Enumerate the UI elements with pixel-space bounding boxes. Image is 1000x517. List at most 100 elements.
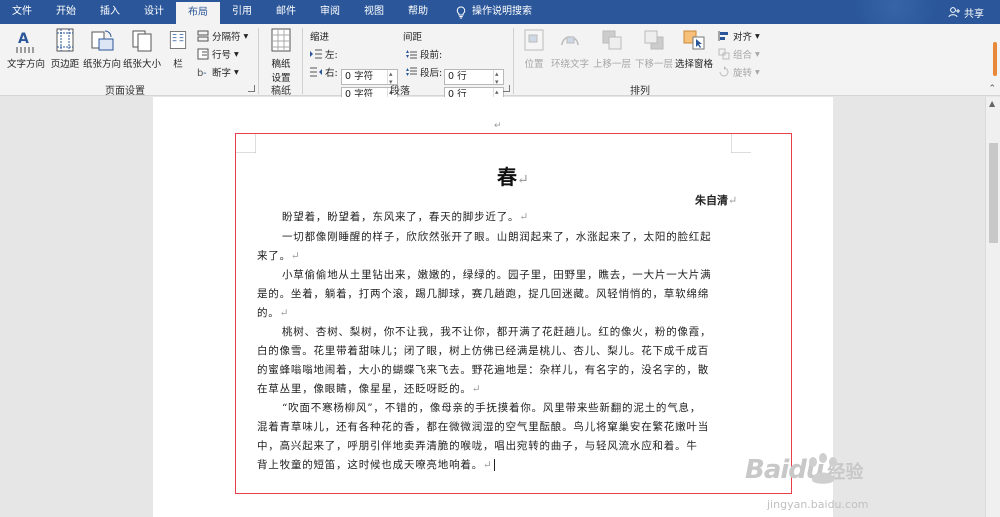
paragraph-line[interactable]: 一切都像刚睡醒的样子，欣欣然张开了眼。山朗润起来了，水涨起来了，太阳的脸红起: [282, 229, 711, 244]
tab-review[interactable]: 审阅: [308, 0, 352, 24]
group-icon: [718, 48, 730, 60]
paragraph-line[interactable]: 桃树、杏树、梨树，你不让我，我不让你，都开满了花赶趟儿。红的像火，粉的像霞，: [282, 324, 711, 339]
paragraph-line[interactable]: 的。↵: [257, 305, 289, 320]
position-label: 位置: [524, 59, 544, 70]
spacing-before-label: 段前:: [420, 50, 443, 61]
paragraph-line[interactable]: 盼望着，盼望着，东风来了，春天的脚步近了。↵: [282, 209, 529, 224]
spacing-before-input[interactable]: 0 行: [444, 67, 504, 89]
breaks-icon: [197, 30, 209, 42]
scroll-thumb[interactable]: [989, 143, 998, 243]
group-label: 组合: [733, 50, 753, 61]
indent-left-value: 0 字符: [345, 71, 374, 82]
selection-pane-button[interactable]: 选择窗格: [673, 27, 715, 70]
svg-text:-: -: [203, 68, 207, 78]
svg-text:A: A: [18, 31, 29, 47]
text-direction-icon: A: [16, 31, 34, 53]
tab-references[interactable]: 引用: [220, 0, 264, 24]
breaks-button[interactable]: 分隔符 ▾: [197, 29, 248, 43]
divider: [302, 28, 303, 94]
paragraph-line[interactable]: 白的像雪。花里带着甜味儿；闭了眼，树上仿佛已经满是桃儿、杏儿、梨儿。花下成千成百: [257, 343, 709, 358]
paragraph-line[interactable]: 中，高兴起来了，呼朋引伴地卖弄清脆的喉咙，唱出宛转的曲子，与轻风流水应和着。牛: [257, 438, 698, 453]
selection-pane-icon: [683, 30, 705, 50]
collapse-ribbon-icon[interactable]: ⌃: [988, 84, 996, 94]
tell-me-search[interactable]: 操作说明搜索: [440, 0, 544, 24]
line-numbers-icon: [197, 48, 209, 60]
tab-file[interactable]: 文件: [0, 0, 44, 24]
paragraph-line[interactable]: 在草丛里，像眼睛，像星星，还眨呀眨的。↵: [257, 381, 481, 396]
dropdown-arrow-icon: ▾: [755, 48, 760, 60]
arrange-group-label: 排列: [630, 86, 650, 97]
indent-left-icon: [310, 49, 322, 59]
spacing-before-icon: [406, 50, 417, 59]
rotate-icon: [719, 66, 729, 77]
text-direction-button[interactable]: A 文字方向: [6, 27, 46, 70]
paragraph-mark-icon: ↵: [494, 121, 502, 131]
menu-bar: 文件 开始 插入 设计 布局 引用 邮件 审阅 视图 帮助 操作说明搜索 共享: [0, 0, 1000, 30]
tab-insert[interactable]: 插入: [88, 0, 132, 24]
paragraph-line[interactable]: 小草偷偷地从土里钻出来，嫩嫩的，绿绿的。园子里，田野里，瞧去，一大片一大片满: [282, 267, 711, 282]
rotate-button[interactable]: 旋转 ▾: [718, 65, 760, 79]
tab-layout[interactable]: 布局: [176, 2, 220, 24]
indent-right-icon: [310, 67, 322, 77]
bring-forward-label: 上移一层: [592, 59, 631, 70]
tab-help[interactable]: 帮助: [396, 0, 440, 24]
margins-button[interactable]: 页边距: [48, 27, 82, 70]
hyphenation-label: 断字: [212, 68, 232, 79]
person-icon: [948, 7, 960, 18]
paragraph-line[interactable]: “吹面不寒杨柳风”，不错的，像母亲的手抚摸着你。风里带来些新翻的泥土的气息，: [282, 400, 701, 415]
send-backward-icon: [644, 30, 664, 50]
columns-icon: [169, 31, 187, 49]
position-icon: [524, 29, 544, 51]
share-button[interactable]: 共享: [948, 0, 984, 24]
align-label: 对齐: [733, 32, 753, 43]
manuscript-label-line1: 稿纸: [271, 59, 291, 70]
scroll-up-icon[interactable]: ▲: [989, 99, 995, 108]
lightbulb-icon: [456, 5, 466, 18]
paragraph-line[interactable]: 混着青草味儿，还有各种花的香，都在微微润湿的空气里酝酿。鸟儿将窠巢安在繁花嫩叶当: [257, 419, 709, 434]
indent-left-row: 左:: [310, 47, 338, 61]
share-label: 共享: [964, 8, 984, 20]
paragraph-group-label: 段落: [390, 86, 410, 97]
columns-button[interactable]: 栏: [166, 27, 190, 70]
paragraph-line[interactable]: 背上牧童的短笛，这时候也成天嘹亮地响着。↵: [257, 457, 495, 472]
wrap-text-button[interactable]: 环绕文字: [550, 27, 590, 70]
page-size-icon: [132, 30, 152, 52]
page-setup-launcher-icon[interactable]: [248, 85, 255, 92]
paragraph-launcher-icon[interactable]: [503, 85, 510, 92]
orientation-icon: [91, 30, 114, 51]
line-numbers-label: 行号: [212, 50, 232, 61]
align-icon: [718, 31, 728, 41]
text-cursor: [493, 459, 495, 471]
line-numbers-button[interactable]: 行号 ▾: [197, 47, 239, 61]
margins-label: 页边距: [50, 59, 80, 70]
vertical-scrollbar[interactable]: ▲: [985, 97, 1000, 517]
divider: [258, 28, 259, 94]
spacing-after-label: 段后:: [420, 68, 443, 79]
tab-design[interactable]: 设计: [132, 0, 176, 24]
tab-home[interactable]: 开始: [44, 0, 88, 24]
document-title[interactable]: 春↵: [497, 161, 529, 190]
orientation-button[interactable]: 纸张方向: [82, 27, 122, 70]
tab-view[interactable]: 视图: [352, 0, 396, 24]
tab-mailings[interactable]: 邮件: [264, 0, 308, 24]
spacing-header: 间距: [403, 32, 423, 43]
paragraph-line[interactable]: 是的。坐着，躺着，打两个滚，踢几脚球，赛几趟跑，捉几回迷藏。风轻悄悄的，草软绵绵: [257, 286, 709, 301]
send-backward-button[interactable]: 下移一层: [634, 27, 674, 70]
wrap-text-label: 环绕文字: [550, 59, 589, 70]
position-button[interactable]: 位置: [520, 27, 548, 70]
bring-forward-button[interactable]: 上移一层: [592, 27, 632, 70]
group-button[interactable]: 组合 ▾: [718, 47, 760, 61]
paw-icon: [809, 453, 837, 484]
indent-left-label: 左:: [325, 50, 338, 61]
orientation-label: 纸张方向: [82, 59, 121, 70]
dropdown-arrow-icon: ▾: [243, 30, 249, 42]
document-author[interactable]: 朱自清↵: [695, 192, 737, 208]
spinner-arrows-icon[interactable]: [493, 67, 503, 89]
manuscript-settings-button[interactable]: 稿纸 设置: [264, 27, 298, 84]
ribbon: A 文字方向 页边距 纸张方向 纸张大小 栏 分隔符 ▾ 行号 ▾ b- 断字 …: [0, 24, 1000, 107]
paragraph-line[interactable]: 的蜜蜂嗡嗡地闹着，大小的蝴蝶飞来飞去。野花遍地是：杂样儿，有名字的，没名字的，散: [257, 362, 709, 377]
align-button[interactable]: 对齐 ▾: [718, 29, 760, 43]
hyphenation-button[interactable]: b- 断字 ▾: [197, 65, 239, 80]
paragraph-line[interactable]: 来了。↵: [257, 248, 301, 263]
size-button[interactable]: 纸张大小: [122, 27, 162, 70]
